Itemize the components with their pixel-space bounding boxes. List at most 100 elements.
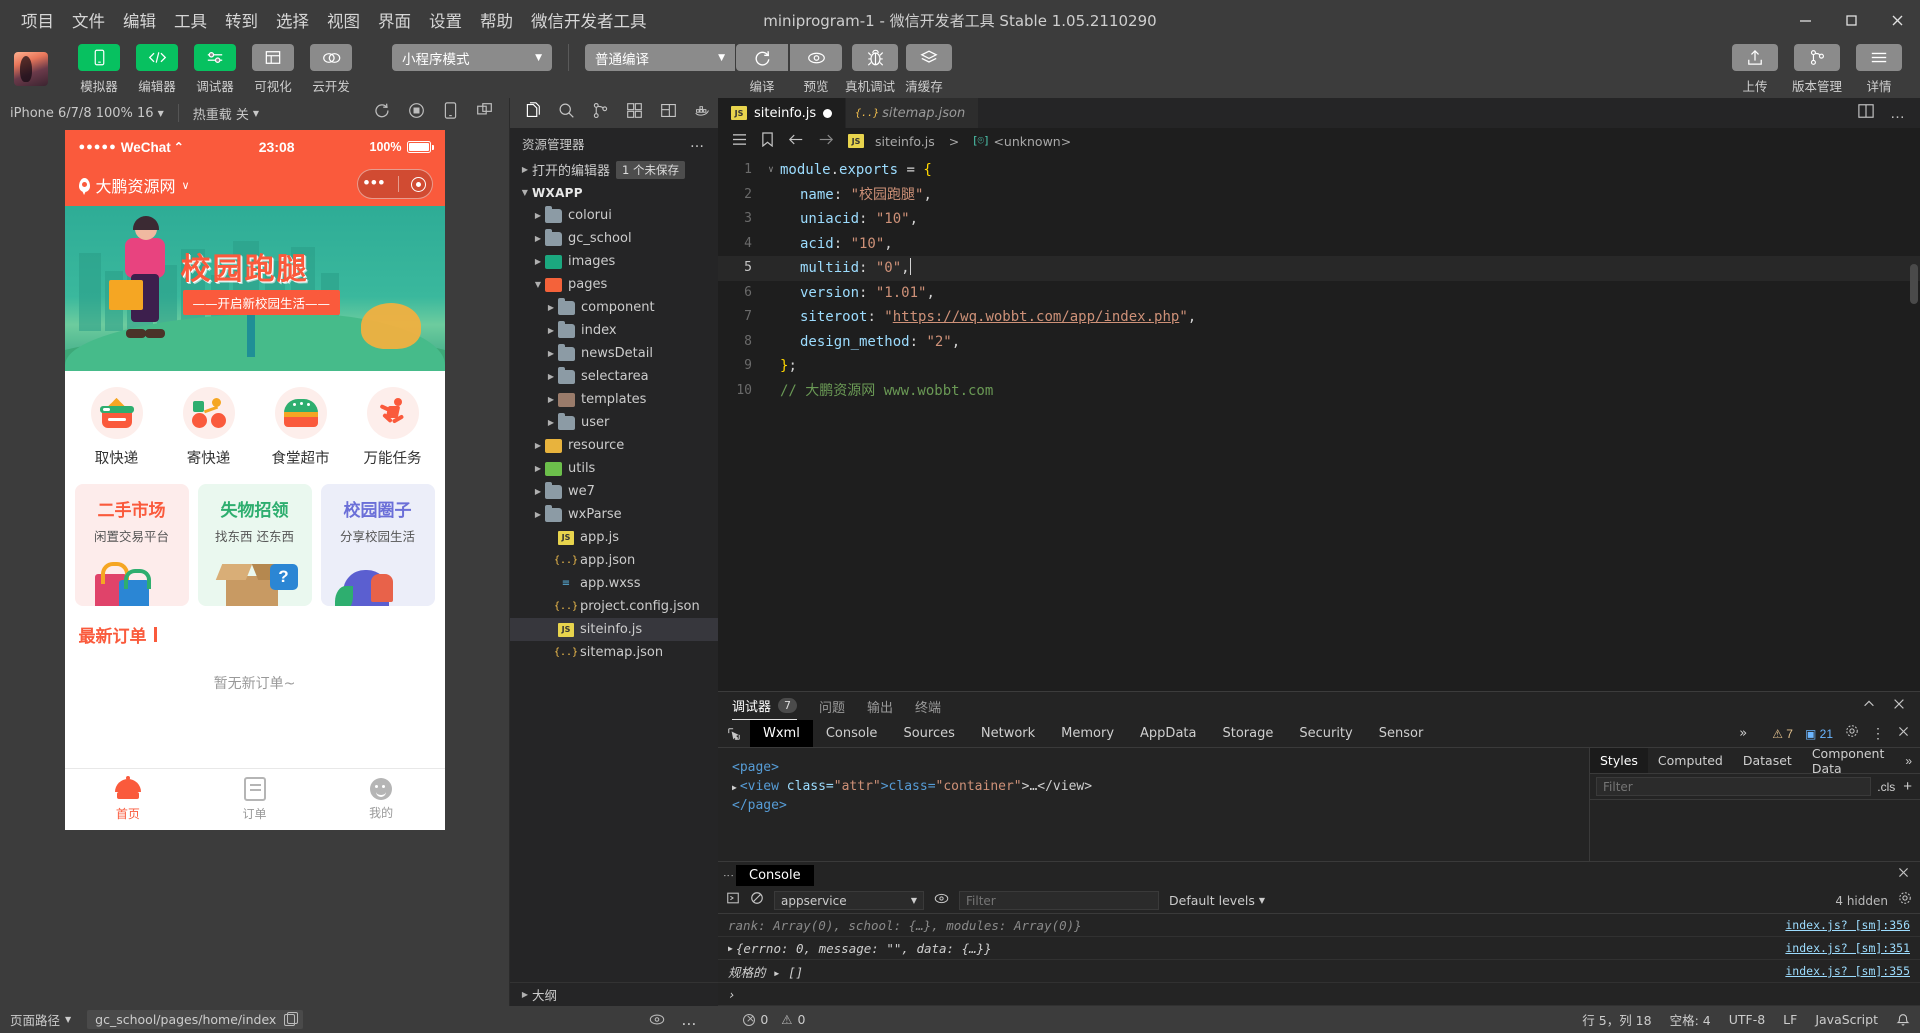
drag-handle-icon[interactable]: ⋮ [726, 870, 730, 880]
bookmark-icon[interactable] [761, 132, 774, 150]
hot-reload-select[interactable]: 热重载 关 ▼ [193, 104, 259, 123]
console-row[interactable]: › [718, 983, 1920, 1006]
home-banner[interactable]: 校园跑腿 ——开启新校园生活—— [65, 206, 445, 371]
devtools-info-count[interactable]: ▣ 21 [1805, 727, 1833, 741]
file-tree-item[interactable]: user [510, 411, 718, 434]
extensions-icon[interactable] [626, 102, 643, 124]
code-line[interactable]: 2name: "校园跑腿", [718, 183, 1920, 208]
code-line[interactable]: 6version: "1.01", [718, 281, 1920, 306]
debugger-panel-tab[interactable]: 输出 [867, 692, 893, 720]
console-row-source[interactable]: index.js? [sm]:351 [1785, 941, 1910, 955]
refresh-icon[interactable] [373, 102, 390, 124]
split-icon[interactable] [660, 102, 677, 124]
devtools-tab-network[interactable]: Network [968, 720, 1048, 747]
styles-tab-dataset[interactable]: Dataset [1733, 748, 1802, 773]
docker-icon[interactable] [694, 102, 711, 124]
minimize-button[interactable] [1782, 0, 1828, 40]
feature-card-1[interactable]: 失物招领找东西 还东西? [198, 484, 312, 606]
outline-section[interactable]: 大纲 [510, 982, 718, 1006]
console-row[interactable]: 规格的 ▸ []index.js? [sm]:355 [718, 960, 1920, 983]
menu-icon[interactable] [1856, 44, 1902, 71]
mode-select[interactable]: 小程序模式 ▼ [392, 44, 552, 71]
phone-tab-0[interactable]: 首页 [65, 769, 192, 830]
console-row-source[interactable]: index.js? [sm]:356 [1785, 918, 1910, 932]
encoding-setting[interactable]: UTF-8 [1729, 1012, 1765, 1027]
service-grid-item-2[interactable]: 食堂超市 [255, 387, 347, 468]
feature-card-2[interactable]: 校园圈子分享校园生活 [321, 484, 435, 606]
breadcrumb-symbol[interactable]: [⌾] <unknown> [973, 134, 1071, 149]
eol-setting[interactable]: LF [1783, 1012, 1797, 1027]
devtools-tab-wxml[interactable]: Wxml [750, 720, 813, 747]
toolbar-action-3[interactable]: 清缓存 [897, 44, 951, 95]
file-tree-item[interactable]: index [510, 319, 718, 342]
menu-item-2[interactable]: 编辑 [114, 4, 165, 36]
multi-window-icon[interactable] [476, 102, 493, 124]
menu-item-6[interactable]: 视图 [318, 4, 369, 36]
menu-item-9[interactable]: 帮助 [471, 4, 522, 36]
toolbar-toggle-3[interactable]: 可视化 [248, 44, 298, 95]
code-line[interactable]: 1∨module.exports = { [718, 158, 1920, 183]
menu-item-5[interactable]: 选择 [267, 4, 318, 36]
console-execute-icon[interactable] [726, 891, 740, 910]
toolbar-right-0[interactable]: 上传 [1728, 44, 1782, 95]
file-tree-item[interactable]: {..}app.json [510, 549, 718, 572]
menu-item-0[interactable]: 项目 [12, 4, 63, 36]
search-icon[interactable] [558, 102, 575, 124]
code-line[interactable]: 8design_method: "2", [718, 330, 1920, 355]
devtools-tab-appdata[interactable]: AppData [1127, 720, 1209, 747]
refresh-icon[interactable] [736, 44, 788, 71]
phone-tab-2[interactable]: 我的 [318, 769, 445, 830]
upload-icon[interactable] [1732, 44, 1778, 71]
fold-icon[interactable]: ∨ [762, 158, 780, 183]
file-tree-item[interactable]: colorui [510, 204, 718, 227]
file-tree-item[interactable]: utils [510, 457, 718, 480]
file-tree-item[interactable]: resource [510, 434, 718, 457]
devtools-settings-icon[interactable] [1845, 724, 1859, 743]
menu-item-10[interactable]: 微信开发者工具 [522, 4, 656, 36]
file-tree-item[interactable]: {..}sitemap.json [510, 641, 718, 664]
console-context-select[interactable]: appservice ▼ [774, 891, 924, 910]
file-tree-item[interactable]: JSapp.js [510, 526, 718, 549]
toolbar-action-1[interactable]: 预览 [789, 44, 843, 95]
clear-console-icon[interactable] [750, 891, 764, 910]
layout-icon[interactable] [252, 44, 294, 71]
indent-setting[interactable]: 空格: 4 [1670, 1010, 1711, 1029]
devtools-more-icon[interactable]: ⋮ [1871, 725, 1885, 742]
code-icon[interactable] [136, 44, 178, 71]
file-tree-item[interactable]: we7 [510, 480, 718, 503]
devtools-overflow-icon[interactable]: » [1726, 726, 1760, 741]
file-tree-item[interactable]: JSsiteinfo.js [510, 618, 718, 641]
problems-status[interactable]: 0 ⚠ 0 [743, 1012, 805, 1027]
close-target-icon[interactable] [411, 177, 426, 192]
wxml-line[interactable]: </page> [732, 796, 1575, 815]
maximize-button[interactable] [1828, 0, 1874, 40]
code-line[interactable]: 7siteroot: "https://wq.wobbt.com/app/ind… [718, 305, 1920, 330]
split-editor-icon[interactable] [1858, 103, 1874, 124]
compile-select[interactable]: 普通编译 ▼ [585, 44, 735, 71]
console-row[interactable]: ▶{errno: 0, message: "", data: {…}}index… [718, 937, 1920, 960]
close-icon[interactable] [1897, 866, 1910, 884]
git-branch-icon[interactable] [1794, 44, 1840, 71]
preview-eye-icon[interactable] [649, 1013, 665, 1026]
close-icon[interactable] [1892, 697, 1906, 716]
console-filter-input[interactable] [959, 891, 1159, 910]
breadcrumb-file[interactable]: JS siteinfo.js [848, 134, 935, 149]
styles-tab-component-data[interactable]: Component Data [1802, 748, 1898, 773]
outline-row[interactable]: 大纲 [510, 982, 718, 1006]
copy-icon[interactable] [284, 1014, 295, 1026]
toolbar-action-2[interactable]: 真机调试 [843, 44, 897, 95]
explorer-more-icon[interactable]: … [690, 135, 706, 151]
bug-icon[interactable] [852, 44, 898, 71]
cursor-position[interactable]: 行 5，列 18 [1582, 1010, 1651, 1029]
cloud-icon[interactable] [310, 44, 352, 71]
wechat-capsule[interactable]: ••• [357, 169, 433, 199]
file-tree-item[interactable]: component [510, 296, 718, 319]
location-selector[interactable]: 大鹏资源网 ∨ [79, 173, 190, 197]
service-grid-item-0[interactable]: 取快递 [71, 387, 163, 468]
editor-scrollbar[interactable] [1908, 154, 1920, 691]
add-rule-icon[interactable]: + [1903, 778, 1920, 795]
console-row-source[interactable]: index.js? [sm]:355 [1785, 964, 1910, 978]
code-line[interactable]: 4acid: "10", [718, 232, 1920, 257]
debugger-panel-tab[interactable]: 终端 [915, 692, 941, 720]
service-grid-item-3[interactable]: 万能任务 [347, 387, 439, 468]
